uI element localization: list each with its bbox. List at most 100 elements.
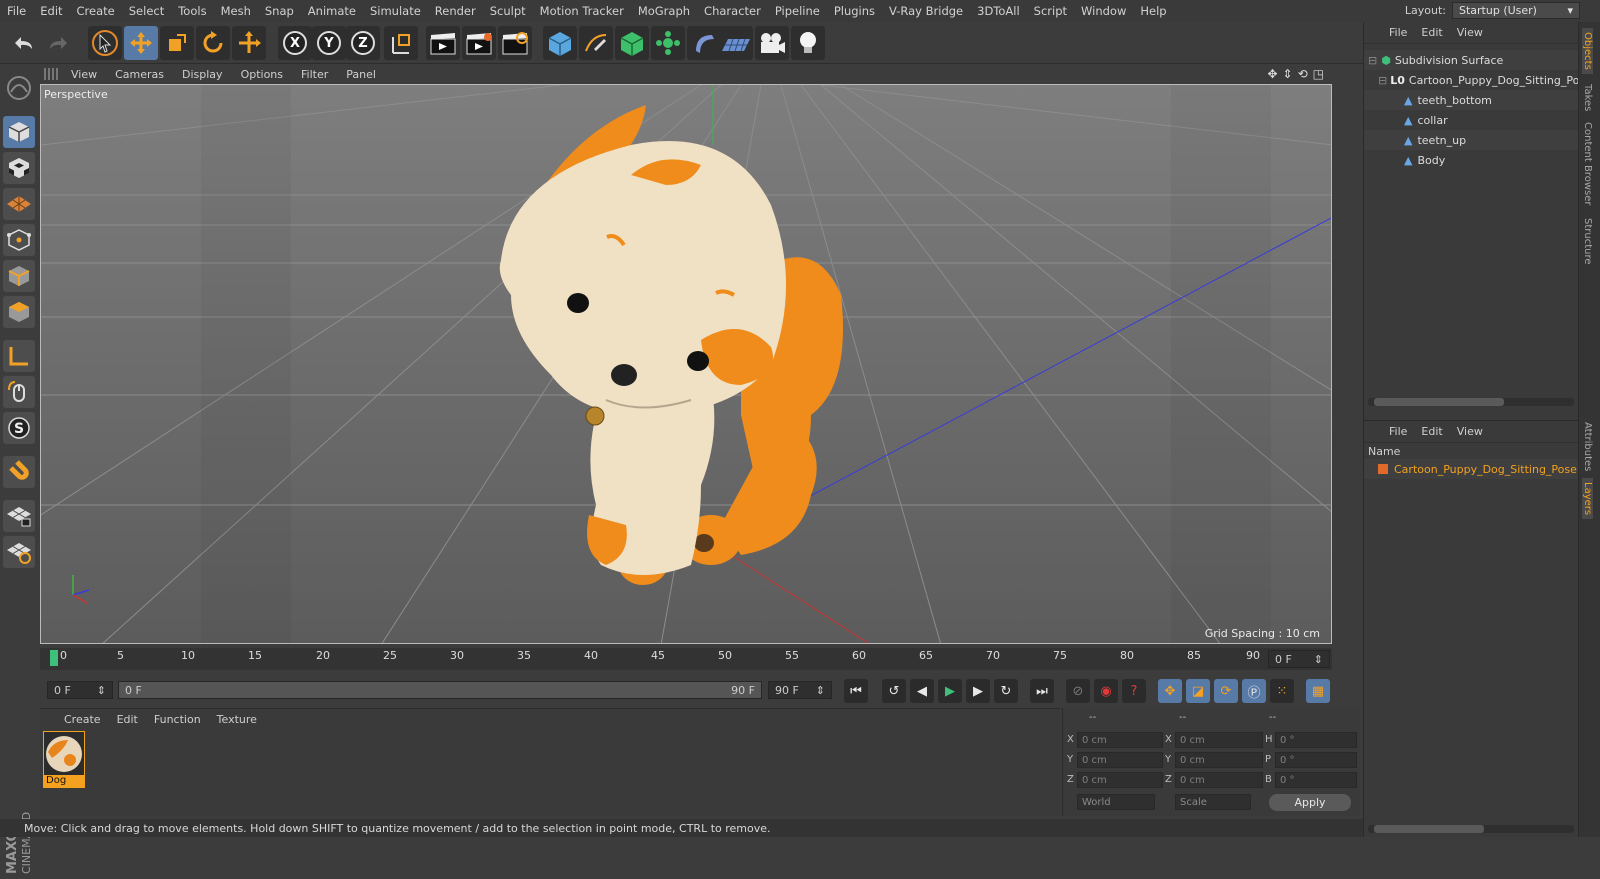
menu-simulate[interactable]: Simulate xyxy=(363,4,428,18)
tab-attributes[interactable]: Attributes xyxy=(1582,422,1593,471)
end-frame-field[interactable]: 90 F ⇕ xyxy=(768,681,832,699)
start-frame-field[interactable]: 0 F ⇕ xyxy=(47,681,113,699)
key-rotation-toggle[interactable]: ⟳ xyxy=(1214,679,1238,703)
light-button[interactable] xyxy=(791,26,825,60)
tweak-mode-button[interactable] xyxy=(3,376,35,408)
menu-pipeline[interactable]: Pipeline xyxy=(768,4,827,18)
workplane-align-button[interactable] xyxy=(3,536,35,568)
objects-menu-view[interactable]: View xyxy=(1450,26,1490,39)
cube-object-button[interactable] xyxy=(543,26,577,60)
deformer-button[interactable] xyxy=(687,26,721,60)
previous-frame-button[interactable]: ◀ xyxy=(910,679,934,703)
apply-button[interactable]: Apply xyxy=(1269,794,1351,811)
object-row[interactable]: ▲ collar xyxy=(1364,110,1579,130)
menu-mesh[interactable]: Mesh xyxy=(214,4,258,18)
y-axis-lock-button[interactable]: Y xyxy=(312,26,346,60)
viewport-menu-display[interactable]: Display xyxy=(173,68,232,81)
layers-menu-edit[interactable]: Edit xyxy=(1414,425,1449,438)
object-row[interactable]: ⊟ ⬢ Subdivision Surface xyxy=(1364,50,1579,70)
menu-help[interactable]: Help xyxy=(1133,4,1173,18)
menu-tools[interactable]: Tools xyxy=(171,4,213,18)
viewport-menu-filter[interactable]: Filter xyxy=(292,68,337,81)
drag-handle-icon[interactable] xyxy=(44,68,58,80)
points-mode-button[interactable] xyxy=(3,224,35,256)
coord-size-z-field[interactable]: 0 cm xyxy=(1175,772,1263,788)
tab-takes[interactable]: Takes xyxy=(1582,84,1593,111)
coordinate-system-button[interactable] xyxy=(384,26,418,60)
layer-color-swatch[interactable] xyxy=(1378,464,1388,474)
tab-content-browser[interactable]: Content Browser xyxy=(1582,122,1593,205)
material-swatch[interactable]: Dog xyxy=(43,731,85,788)
object-row[interactable]: ▲ teeth_bottom xyxy=(1364,90,1579,110)
menu-script[interactable]: Script xyxy=(1027,4,1074,18)
coord-rot-h-field[interactable]: 0 ° xyxy=(1275,732,1357,748)
menu-vray-bridge[interactable]: V-Ray Bridge xyxy=(882,4,970,18)
coord-pos-y-field[interactable]: 0 cm xyxy=(1077,752,1163,768)
render-view-button[interactable] xyxy=(426,26,460,60)
layers-menu-file[interactable]: File xyxy=(1382,425,1414,438)
key-points-toggle[interactable]: ⁙ xyxy=(1270,679,1294,703)
coord-space-dropdown[interactable]: World xyxy=(1077,794,1155,810)
orbit-view-icon[interactable]: ⟲ xyxy=(1298,67,1308,81)
texture-mode-button[interactable] xyxy=(3,152,35,184)
coord-size-x-field[interactable]: 0 cm xyxy=(1175,732,1263,748)
object-row[interactable]: ⊟ L0 Cartoon_Puppy_Dog_Sitting_Pose xyxy=(1364,70,1592,90)
render-settings-button[interactable] xyxy=(498,26,532,60)
menu-animate[interactable]: Animate xyxy=(301,4,363,18)
redo-button[interactable] xyxy=(42,26,76,60)
menu-motion-tracker[interactable]: Motion Tracker xyxy=(533,4,631,18)
pan-view-icon[interactable]: ✥ xyxy=(1267,67,1277,81)
menu-edit[interactable]: Edit xyxy=(33,4,69,18)
workplane-mode-button[interactable] xyxy=(3,188,35,220)
subdivision-surface-button[interactable] xyxy=(615,26,649,60)
previous-key-button[interactable]: ↺ xyxy=(882,679,906,703)
key-scale-toggle[interactable]: ◪ xyxy=(1186,679,1210,703)
record-button[interactable]: ◉ xyxy=(1094,679,1118,703)
coord-size-y-field[interactable]: 0 cm xyxy=(1175,752,1263,768)
layers-scroll-thumb[interactable] xyxy=(1374,825,1484,833)
cloner-button[interactable] xyxy=(651,26,685,60)
objects-menu-file[interactable]: File xyxy=(1382,26,1414,39)
solo-button[interactable]: S xyxy=(3,412,35,444)
coord-rot-p-field[interactable]: 0 ° xyxy=(1275,752,1357,768)
tab-structure[interactable]: Structure xyxy=(1582,218,1593,265)
go-to-start-button[interactable]: ⏮ xyxy=(844,679,868,703)
go-to-end-button[interactable]: ⏭ xyxy=(1030,679,1054,703)
layout-select[interactable]: Startup (User) ▾ xyxy=(1452,2,1580,19)
viewport-menu-view[interactable]: View xyxy=(62,68,106,81)
snap-button[interactable] xyxy=(3,456,35,488)
material-menu-function[interactable]: Function xyxy=(146,713,209,726)
tab-objects[interactable]: Objects xyxy=(1582,28,1593,74)
pen-spline-button[interactable] xyxy=(579,26,613,60)
edges-mode-button[interactable] xyxy=(3,260,35,292)
timeline-window-button[interactable]: ▦ xyxy=(1306,679,1330,703)
coord-pos-z-field[interactable]: 0 cm xyxy=(1077,772,1163,788)
dolly-view-icon[interactable]: ⇕ xyxy=(1283,67,1293,81)
menu-snap[interactable]: Snap xyxy=(258,4,301,18)
menu-character[interactable]: Character xyxy=(697,4,768,18)
model-mode-button[interactable] xyxy=(3,116,35,148)
menu-sculpt[interactable]: Sculpt xyxy=(483,4,533,18)
menu-3dtoall[interactable]: 3DToAll xyxy=(970,4,1027,18)
move-tool-button[interactable] xyxy=(124,26,158,60)
material-menu-edit[interactable]: Edit xyxy=(109,713,146,726)
layer-row[interactable]: Cartoon_Puppy_Dog_Sitting_Pose xyxy=(1364,459,1579,479)
playhead[interactable] xyxy=(50,650,58,666)
viewport-menu-panel[interactable]: Panel xyxy=(337,68,385,81)
play-button[interactable]: ▶ xyxy=(938,679,962,703)
maximize-view-icon[interactable]: ◳ xyxy=(1313,67,1324,81)
frame-range-slider[interactable]: 0 F 90 F xyxy=(118,681,762,699)
menu-file[interactable]: File xyxy=(0,4,33,18)
material-menu-texture[interactable]: Texture xyxy=(209,713,265,726)
coord-rot-b-field[interactable]: 0 ° xyxy=(1275,772,1357,788)
menu-mograph[interactable]: MoGraph xyxy=(631,4,697,18)
next-key-button[interactable]: ↻ xyxy=(994,679,1018,703)
puppy-model[interactable] xyxy=(499,105,843,585)
scale-tool-button[interactable] xyxy=(160,26,194,60)
viewport-menu-cameras[interactable]: Cameras xyxy=(106,68,173,81)
x-axis-lock-button[interactable]: X xyxy=(278,26,312,60)
live-selection-button[interactable] xyxy=(88,26,122,60)
objects-scroll-thumb[interactable] xyxy=(1374,398,1504,406)
camera-button[interactable] xyxy=(755,26,789,60)
material-menu-create[interactable]: Create xyxy=(56,713,109,726)
